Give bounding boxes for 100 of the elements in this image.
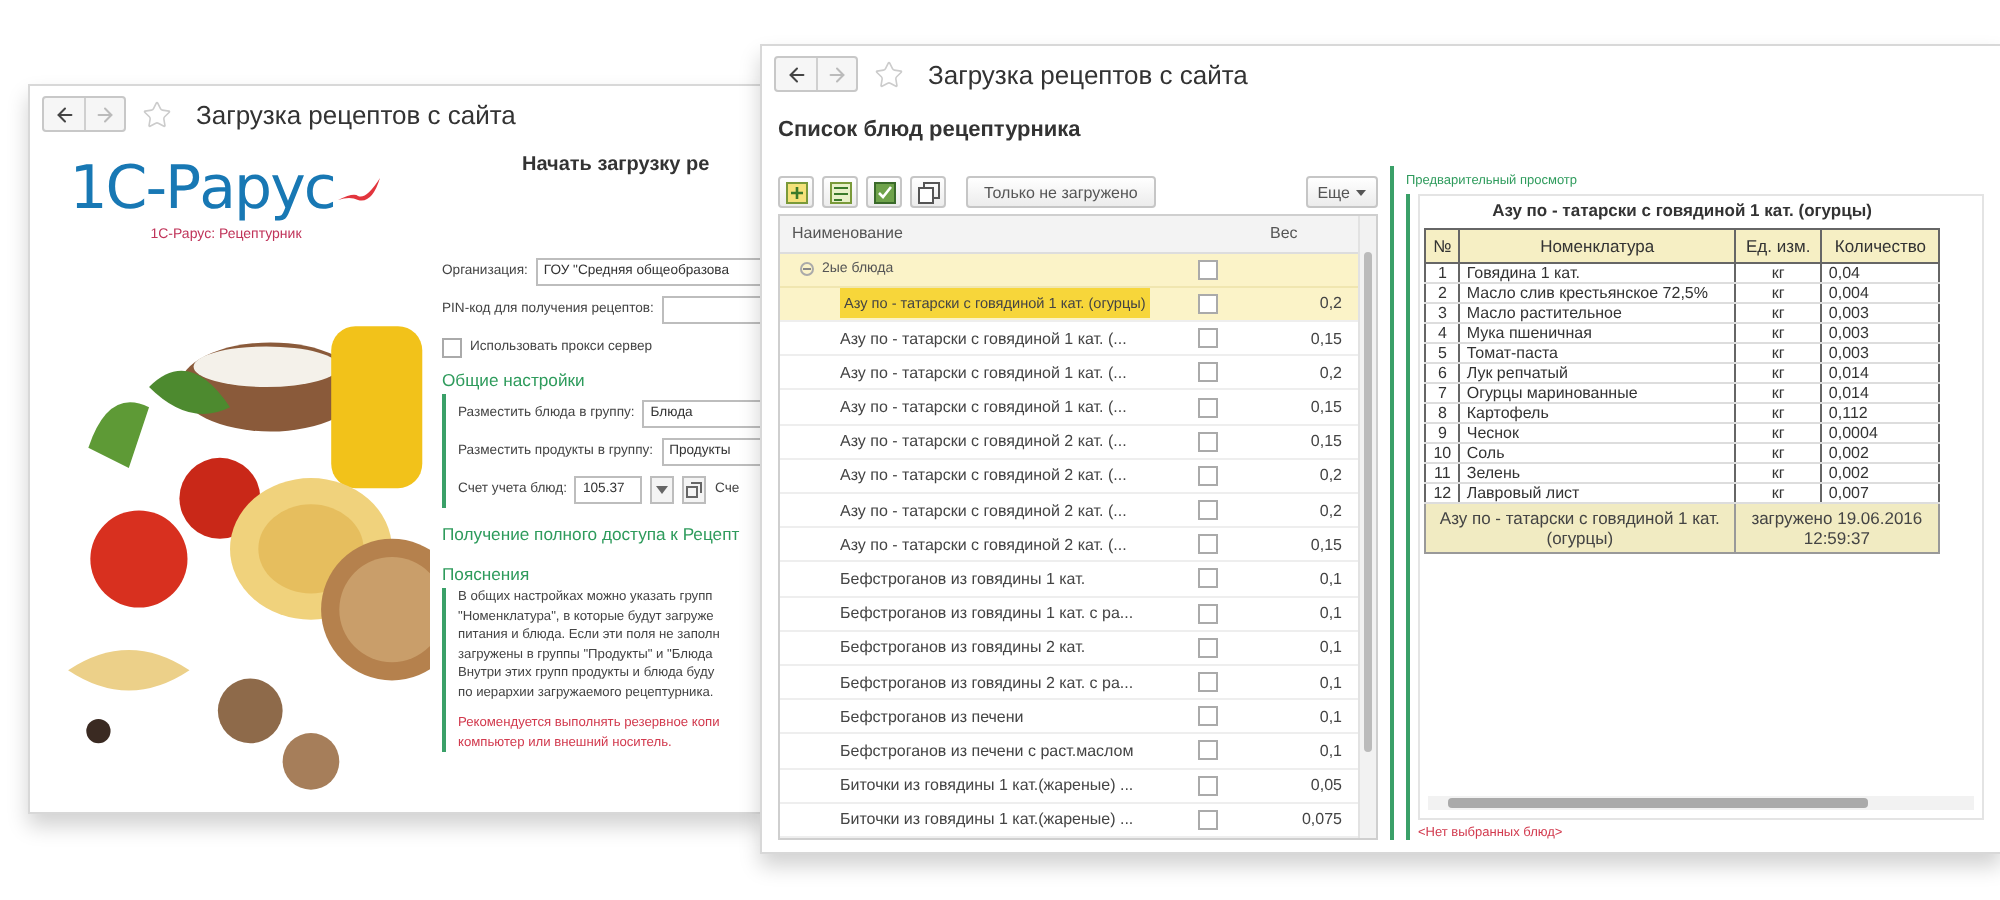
list-row[interactable]: Бефстроганов из печени с раст.маслом 0,1 bbox=[780, 734, 1358, 769]
more-button[interactable]: Еще bbox=[1305, 176, 1378, 208]
checkbox[interactable] bbox=[1198, 465, 1218, 486]
toolbar-button[interactable] bbox=[778, 176, 814, 208]
table-cell: 6 bbox=[1425, 363, 1460, 383]
recipe-title: Азу по - татарски с говядиной 1 кат. (огурцы) bbox=[1490, 200, 1874, 220]
table-cell: кг bbox=[1734, 303, 1822, 323]
table-cell: 0,112 bbox=[1821, 403, 1939, 423]
table-cell: 7 bbox=[1425, 383, 1460, 403]
table-cell: 0,002 bbox=[1821, 463, 1939, 483]
list-row[interactable]: Бефстроганов из говядины 1 кат. с ра... 0,1 bbox=[780, 597, 1358, 632]
section-title: Общие настройки bbox=[442, 370, 587, 390]
toolbar-button[interactable] bbox=[910, 176, 946, 208]
table-cell: Масло растительное bbox=[1459, 303, 1735, 323]
table-cell: 0,014 bbox=[1821, 363, 1939, 383]
checkbox[interactable] bbox=[1198, 500, 1218, 521]
text-field[interactable] bbox=[661, 295, 762, 323]
list-row[interactable]: Азу по - татарски с говядиной 1 кат. (... 0,15 bbox=[780, 322, 1358, 357]
checkbox[interactable] bbox=[1198, 637, 1218, 658]
table-cell: 0,0004 bbox=[1821, 423, 1939, 443]
table-cell: кг bbox=[1734, 263, 1822, 283]
open-button[interactable] bbox=[682, 475, 707, 503]
dish-name[interactable]: Азу по - татарски с говядиной 1 кат. (... bbox=[840, 329, 1127, 348]
table-cell: Зелень bbox=[1459, 463, 1735, 483]
table-cell: 0,003 bbox=[1821, 343, 1939, 363]
toolbar-button[interactable] bbox=[866, 176, 902, 208]
form-heading: Список блюд рецептурника bbox=[776, 116, 1083, 142]
checkbox[interactable] bbox=[1198, 568, 1218, 589]
dish-name[interactable]: Бефстроганов из печени bbox=[840, 707, 1024, 726]
checkbox[interactable] bbox=[1198, 534, 1218, 555]
list-row[interactable]: Азу по - татарски с говядиной 2 кат. (... 0,15 bbox=[780, 425, 1358, 460]
table-cell: кг bbox=[1734, 423, 1822, 443]
weight-cell-text: 0,15 bbox=[1308, 535, 1344, 554]
open-form-icon bbox=[686, 481, 703, 497]
table-cell: Картофель bbox=[1459, 403, 1735, 423]
checkbox[interactable] bbox=[1198, 328, 1218, 349]
table-cell: кг bbox=[1734, 283, 1822, 303]
favorite-star-icon[interactable] bbox=[874, 59, 904, 89]
scrollbar[interactable] bbox=[1358, 216, 1376, 838]
list-row[interactable]: Бефстроганов из печени 0,1 bbox=[780, 700, 1358, 735]
back-arrow-icon bbox=[53, 103, 75, 125]
table-cell: Мука пшеничная bbox=[1459, 323, 1735, 343]
checkbox[interactable] bbox=[1198, 706, 1218, 727]
back-arrow-icon bbox=[785, 63, 807, 85]
scrollbar[interactable] bbox=[1428, 796, 1974, 810]
checkbox[interactable] bbox=[1198, 397, 1218, 418]
dropdown-button[interactable] bbox=[650, 475, 675, 503]
dish-name[interactable]: Биточки из говядины 1 кат.(жареные) ... bbox=[840, 810, 1134, 829]
checkbox[interactable] bbox=[1198, 672, 1218, 693]
column-header[interactable]: Вес bbox=[1246, 224, 1358, 243]
filter-button[interactable]: Только не загружено bbox=[966, 176, 1156, 208]
table-cell: 5 bbox=[1425, 343, 1460, 363]
list-row[interactable]: Биточки из говядины 1 кат.(жареные) ... 0,05 bbox=[780, 769, 1358, 804]
access-link[interactable]: Получение полного доступа к Рецепт bbox=[442, 524, 762, 544]
dish-name[interactable]: Биточки из говядины 1 кат.(жареные) ... bbox=[840, 776, 1134, 795]
weight-cell-text: 0,1 bbox=[1317, 604, 1344, 623]
logo: 1С-Рарус bbox=[69, 154, 335, 224]
dish-name[interactable]: Бефстроганов из говядины 2 кат. bbox=[840, 638, 1086, 657]
dish-name[interactable]: Азу по - татарски с говядиной 2 кат. (... bbox=[840, 466, 1127, 485]
checkbox[interactable] bbox=[1198, 431, 1218, 452]
list-row[interactable]: Азу по - татарски с говядиной 2 кат. (... 0,2 bbox=[780, 494, 1358, 529]
table-cell: кг bbox=[1734, 463, 1822, 483]
checkbox[interactable] bbox=[1198, 775, 1218, 796]
weight-cell-text: 0,15 bbox=[1308, 432, 1344, 451]
table-cell: Соль bbox=[1459, 443, 1735, 463]
table-cell: 11 bbox=[1425, 463, 1460, 483]
checkbox[interactable] bbox=[1198, 293, 1218, 314]
table-cell: Масло слив крестьянское 72,5% bbox=[1459, 283, 1735, 303]
list-row[interactable]: Азу по - татарски с говядиной 1 кат. (... 0,2 bbox=[780, 356, 1358, 391]
weight-cell-text: 0,075 bbox=[1299, 810, 1344, 829]
column-header: Количество bbox=[1821, 229, 1939, 263]
list-row[interactable]: Азу по - татарски с говядиной 2 кат. (... 0,15 bbox=[780, 528, 1358, 563]
checkbox[interactable] bbox=[442, 337, 462, 357]
list-row[interactable]: Биточки из говядины 1 кат.(жареные) ... 0,075 bbox=[780, 803, 1358, 838]
column-header: № bbox=[1425, 229, 1460, 263]
collapse-icon[interactable] bbox=[800, 262, 814, 277]
dish-name[interactable]: Бефстроганов из говядины 1 кат. bbox=[840, 569, 1086, 588]
checkbox[interactable] bbox=[1198, 603, 1218, 624]
dish-name[interactable]: Бефстроганов из говядины 2 кат. с ра... bbox=[840, 673, 1134, 692]
table-cell: кг bbox=[1734, 403, 1822, 423]
toolbar-button[interactable] bbox=[822, 176, 858, 208]
dish-name[interactable]: Азу по - татарски с говядиной 2 кат. (... bbox=[840, 501, 1127, 520]
dish-name[interactable]: Бефстроганов из печени с раст.маслом bbox=[840, 741, 1134, 760]
column-header[interactable]: Наименование bbox=[780, 224, 1198, 243]
checkbox[interactable] bbox=[1198, 362, 1218, 383]
table-cell: 0,004 bbox=[1821, 283, 1939, 303]
dish-name[interactable]: Азу по - татарски с говядиной 2 кат. (... bbox=[840, 535, 1127, 554]
table-cell: 10 bbox=[1425, 443, 1460, 463]
dish-name[interactable]: Азу по - татарски с говядиной 1 кат. (... bbox=[840, 398, 1127, 417]
dish-name[interactable]: Азу по - татарски с говядиной 2 кат. (... bbox=[840, 432, 1127, 451]
dish-name[interactable]: Азу по - татарски с говядиной 1 кат. (... bbox=[840, 363, 1127, 382]
favorite-star-icon[interactable] bbox=[142, 99, 172, 129]
checkbox[interactable] bbox=[1198, 740, 1218, 761]
checkbox[interactable] bbox=[1198, 809, 1218, 830]
forward-arrow-icon bbox=[94, 103, 116, 125]
table-cell: кг bbox=[1734, 443, 1822, 463]
checkbox[interactable] bbox=[1198, 259, 1218, 280]
dish-name[interactable]: Бефстроганов из говядины 1 кат. с ра... bbox=[840, 604, 1134, 623]
table-cell: 0,014 bbox=[1821, 383, 1939, 403]
list-row[interactable]: Бефстроганов из говядины 1 кат. 0,1 bbox=[780, 562, 1358, 598]
